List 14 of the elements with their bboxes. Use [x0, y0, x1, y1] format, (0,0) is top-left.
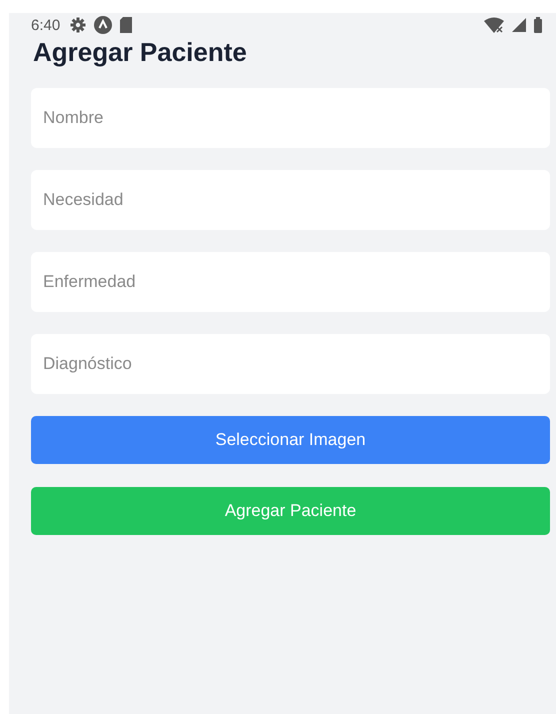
signal-icon [512, 18, 526, 32]
battery-icon [534, 17, 542, 33]
gear-icon [70, 17, 86, 33]
page-title: Agregar Paciente [33, 37, 248, 68]
wifi-off-icon [484, 17, 504, 33]
select-image-button[interactable]: Seleccionar Imagen [31, 416, 550, 464]
text-field[interactable]: Diagnóstico [31, 334, 550, 394]
text-field[interactable]: Necesidad [31, 170, 550, 230]
text-field[interactable]: Enfermedad [31, 252, 550, 312]
sd-card-icon [120, 17, 132, 33]
text-field[interactable]: Nombre [31, 88, 550, 148]
add-button[interactable]: Agregar Paciente [31, 487, 550, 535]
caret-circle-icon [94, 16, 112, 34]
status-time: 6:40 [31, 16, 60, 34]
